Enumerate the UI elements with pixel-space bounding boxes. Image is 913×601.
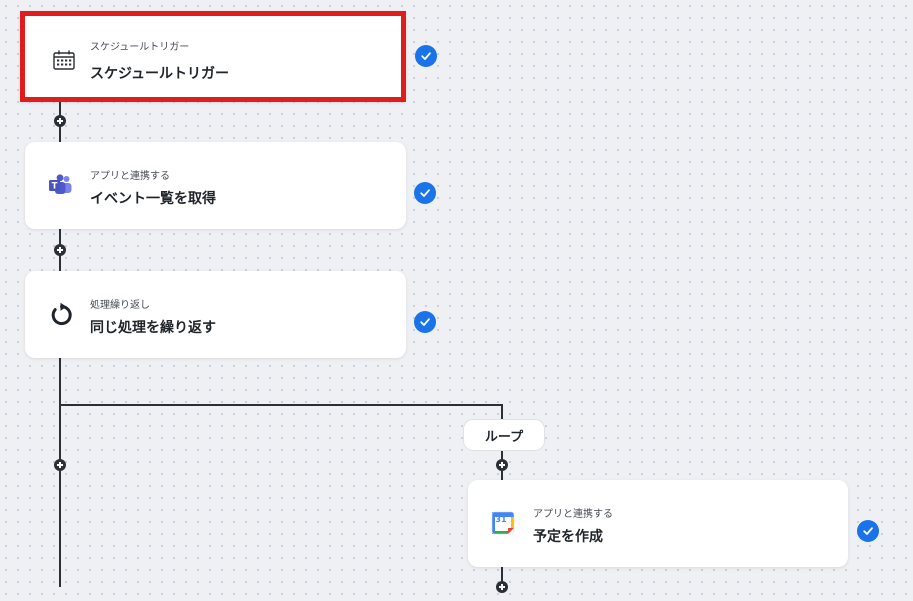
step-subtitle: スケジュールトリガー: [90, 42, 190, 53]
flow-step-repeat[interactable]: 処理繰り返し 同じ処理を繰り返す: [25, 271, 406, 358]
google-calendar-icon: 31: [488, 508, 518, 538]
flow-step-schedule-trigger[interactable]: スケジュールトリガー スケジュールトリガー: [20, 11, 406, 102]
check-icon: [857, 520, 879, 542]
add-step-button[interactable]: [54, 115, 66, 127]
check-icon: [414, 311, 436, 333]
add-step-button[interactable]: [496, 581, 508, 593]
flow-step-get-events[interactable]: T アプリと連携する イベント一覧を取得: [25, 142, 406, 229]
loop-arrow-icon: [45, 300, 75, 330]
svg-text:T: T: [52, 182, 58, 192]
step-title: イベント一覧を取得: [90, 191, 216, 207]
calendar-date-text: 31: [495, 515, 507, 524]
loop-branch-line: [501, 404, 503, 419]
step-title: スケジュールトリガー: [90, 66, 230, 82]
add-step-button[interactable]: [54, 459, 66, 471]
flow-step-create-event[interactable]: 31 アプリと連携する 予定を作成: [468, 480, 848, 567]
step-title: 予定を作成: [533, 529, 603, 545]
add-step-button[interactable]: [496, 459, 508, 471]
check-icon: [414, 182, 436, 204]
calendar-clock-icon: [49, 45, 79, 75]
loop-branch-line: [59, 404, 503, 406]
microsoft-teams-icon: T: [45, 170, 75, 200]
step-subtitle: 処理繰り返し: [90, 300, 150, 311]
step-subtitle: アプリと連携する: [533, 509, 613, 520]
check-icon: [415, 45, 437, 67]
step-title: 同じ処理を繰り返す: [90, 320, 216, 336]
connector-line: [59, 358, 61, 587]
loop-label[interactable]: ループ: [463, 419, 545, 451]
add-step-button[interactable]: [54, 244, 66, 256]
step-subtitle: アプリと連携する: [90, 171, 170, 182]
